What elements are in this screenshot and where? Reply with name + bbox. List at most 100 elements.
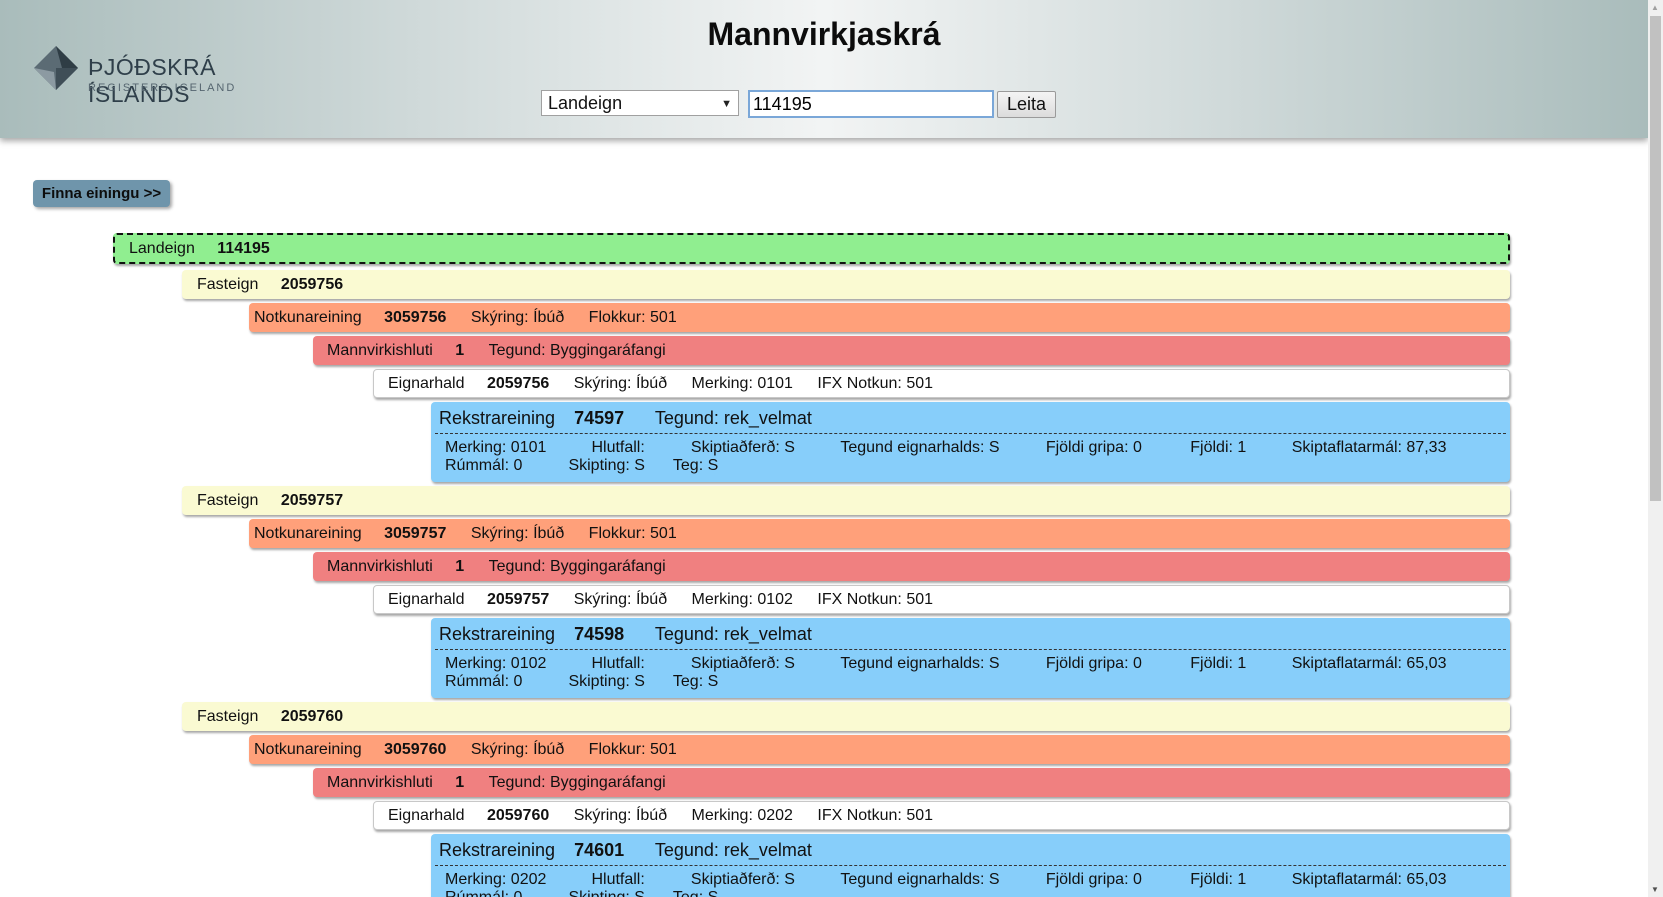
eignarhald-number: 2059757: [486, 591, 550, 608]
tree-row-rekstrareining[interactable]: Rekstrareining 74601 Tegund: rek_velmat …: [431, 834, 1510, 897]
notkunareining-flokkur: Flokkur: 501: [588, 525, 677, 542]
eignarhald-label: Eignarhald: [388, 591, 465, 608]
notkunareining-label: Notkunareining: [254, 309, 362, 326]
page-scrollbar[interactable]: ▲ ▼: [1648, 0, 1663, 897]
detail-rummal: Rúmmál: 0: [445, 673, 523, 690]
detail-rummal: Rúmmál: 0: [445, 889, 544, 897]
detail-skipting: Skipting: S: [568, 457, 645, 474]
mannvirkishluti-label: Mannvirkishluti: [327, 774, 433, 791]
notkunareining-skyring: Skýring: Íbúð: [470, 309, 565, 326]
detail-fjoldi: Fjöldi: 1: [1190, 439, 1247, 456]
tree-row-rekstrareining[interactable]: Rekstrareining 74598 Tegund: rek_velmat …: [431, 618, 1510, 698]
tree-row-eignarhald[interactable]: Eignarhald 2059760 Skýring: Íbúð Merking…: [373, 801, 1510, 830]
rekstrareining-number: 74598: [574, 624, 625, 644]
detail-skiptaflatarmal: Skiptaflatarmál: 87,33: [1291, 439, 1447, 456]
detail-merking: Merking: 0202: [445, 871, 547, 888]
detail-skipting: Skipting: S: [568, 889, 648, 897]
detail-skiptiadferd: Skiptiaðferð: S: [690, 439, 795, 456]
tree-row-notkunareining[interactable]: Notkunareining 3059756 Skýring: Íbúð Flo…: [249, 303, 1510, 332]
search-type-select[interactable]: Landeign ▼: [541, 90, 739, 116]
search-button[interactable]: Leita: [997, 91, 1056, 118]
page-title: Mannvirkjaskrá: [707, 16, 941, 52]
detail-teg: Teg: S: [672, 673, 719, 690]
detail-merking: Merking: 0102: [445, 655, 547, 672]
mannvirkishluti-number: 1: [455, 342, 465, 359]
rekstrareining-details: Merking: 0101 Hlutfall: Skiptiaðferð: S …: [431, 434, 1510, 475]
eignarhald-number: 2059756: [486, 375, 550, 392]
rekstrareining-details: Merking: 0202 Hlutfall: Skiptiaðferð: S …: [431, 866, 1510, 897]
rekstrareining-number: 74597: [574, 408, 625, 428]
eignarhald-merking: Merking: 0101: [691, 375, 793, 392]
page-header: ÞJÓÐSKRÁ ÍSLANDS REGISTERS ICELAND Mannv…: [0, 0, 1648, 138]
fasteign-number: 2059760: [280, 708, 344, 725]
scrollbar-thumb[interactable]: [1650, 16, 1661, 501]
tree-row-mannvirkishluti[interactable]: Mannvirkishluti 1 Tegund: Byggingaráfang…: [313, 768, 1510, 797]
detail-fjoldi-gripa: Fjöldi gripa: 0: [1045, 871, 1142, 888]
rekstrareining-label: Rekstrareining: [439, 624, 556, 644]
detail-tegund-eignarhalds: Tegund eignarhalds: S: [840, 439, 1000, 456]
tree-row-landeign[interactable]: Landeign 114195: [113, 233, 1510, 264]
detail-skipting: Skipting: S: [568, 673, 645, 690]
tree-row-eignarhald[interactable]: Eignarhald 2059756 Skýring: Íbúð Merking…: [373, 369, 1510, 398]
landeign-number: 114195: [217, 240, 270, 257]
tree-row-rekstrareining[interactable]: Rekstrareining 74597 Tegund: rek_velmat …: [431, 402, 1510, 482]
search-type-selected: Landeign: [548, 93, 623, 113]
rekstrareining-label: Rekstrareining: [439, 408, 556, 428]
rekstrareining-tegund: Tegund: rek_velmat: [654, 624, 812, 644]
detail-fjoldi-gripa: Fjöldi gripa: 0: [1045, 655, 1142, 672]
chevron-down-icon: ▼: [721, 98, 732, 110]
logo-name: ÞJÓÐSKRÁ ÍSLANDS: [88, 54, 216, 107]
detail-hlutfall: Hlutfall:: [591, 871, 645, 888]
tree-row-mannvirkishluti[interactable]: Mannvirkishluti 1 Tegund: Byggingaráfang…: [313, 336, 1510, 365]
detail-merking: Merking: 0101: [445, 439, 547, 456]
fasteign-label: Fasteign: [197, 492, 259, 509]
fasteign-number: 2059756: [280, 276, 344, 293]
notkunareining-flokkur: Flokkur: 501: [588, 309, 677, 326]
rekstrareining-tegund: Tegund: rek_velmat: [654, 408, 812, 428]
search-input[interactable]: [748, 90, 994, 118]
mannvirkishluti-label: Mannvirkishluti: [327, 342, 433, 359]
fasteign-label: Fasteign: [197, 276, 259, 293]
detail-skiptiadferd: Skiptiaðferð: S: [690, 655, 795, 672]
mannvirkishluti-tegund: Tegund: Byggingaráfangi: [488, 774, 666, 791]
scroll-down-arrow-icon[interactable]: ▼: [1651, 885, 1659, 894]
eignarhald-skyring: Skýring: Íbúð: [573, 591, 668, 608]
tree-row-fasteign[interactable]: Fasteign 2059756: [182, 270, 1510, 299]
rekstrareining-header: Rekstrareining 74597 Tegund: rek_velmat: [435, 402, 1506, 434]
notkunareining-number: 3059757: [384, 525, 447, 542]
detail-skiptaflatarmal: Skiptaflatarmál: 65,03: [1291, 655, 1447, 672]
scroll-up-arrow-icon[interactable]: ▲: [1651, 3, 1659, 12]
eignarhald-ifx-notkun: IFX Notkun: 501: [817, 375, 934, 392]
eignarhald-label: Eignarhald: [388, 807, 465, 824]
rekstrareining-header: Rekstrareining 74598 Tegund: rek_velmat: [435, 618, 1506, 650]
eignarhald-skyring: Skýring: Íbúð: [573, 375, 668, 392]
tree-row-mannvirkishluti[interactable]: Mannvirkishluti 1 Tegund: Byggingaráfang…: [313, 552, 1510, 581]
rekstrareining-details: Merking: 0102 Hlutfall: Skiptiaðferð: S …: [431, 650, 1510, 691]
fasteign-number: 2059757: [280, 492, 344, 509]
tree-row-fasteign[interactable]: Fasteign 2059757: [182, 486, 1510, 515]
notkunareining-flokkur: Flokkur: 501: [588, 741, 677, 758]
detail-teg: Teg: S: [673, 889, 718, 897]
detail-hlutfall: Hlutfall:: [591, 655, 645, 672]
rekstrareining-header: Rekstrareining 74601 Tegund: rek_velmat: [435, 834, 1506, 866]
detail-fjoldi: Fjöldi: 1: [1190, 871, 1247, 888]
rekstrareining-label: Rekstrareining: [439, 840, 556, 860]
detail-tegund-eignarhalds: Tegund eignarhalds: S: [840, 871, 1000, 888]
eignarhald-ifx-notkun: IFX Notkun: 501: [817, 807, 934, 824]
mannvirkishluti-number: 1: [455, 558, 465, 575]
detail-hlutfall: Hlutfall:: [591, 439, 645, 456]
tree-row-eignarhald[interactable]: Eignarhald 2059757 Skýring: Íbúð Merking…: [373, 585, 1510, 614]
detail-fjoldi: Fjöldi: 1: [1190, 655, 1247, 672]
notkunareining-skyring: Skýring: Íbúð: [470, 525, 565, 542]
detail-tegund-eignarhalds: Tegund eignarhalds: S: [840, 655, 1000, 672]
mannvirkishluti-tegund: Tegund: Byggingaráfangi: [488, 558, 666, 575]
detail-skiptaflatarmal: Skiptaflatarmál: 65,03: [1291, 871, 1447, 888]
tree-row-notkunareining[interactable]: Notkunareining 3059760 Skýring: Íbúð Flo…: [249, 735, 1510, 764]
find-unit-button[interactable]: Finna einingu >>: [33, 180, 170, 207]
eignarhald-ifx-notkun: IFX Notkun: 501: [817, 591, 934, 608]
detail-fjoldi-gripa: Fjöldi gripa: 0: [1045, 439, 1142, 456]
tree-row-fasteign[interactable]: Fasteign 2059760: [182, 702, 1510, 731]
tree-row-notkunareining[interactable]: Notkunareining 3059757 Skýring: Íbúð Flo…: [249, 519, 1510, 548]
fasteign-label: Fasteign: [197, 708, 259, 725]
eignarhald-merking: Merking: 0202: [691, 807, 793, 824]
